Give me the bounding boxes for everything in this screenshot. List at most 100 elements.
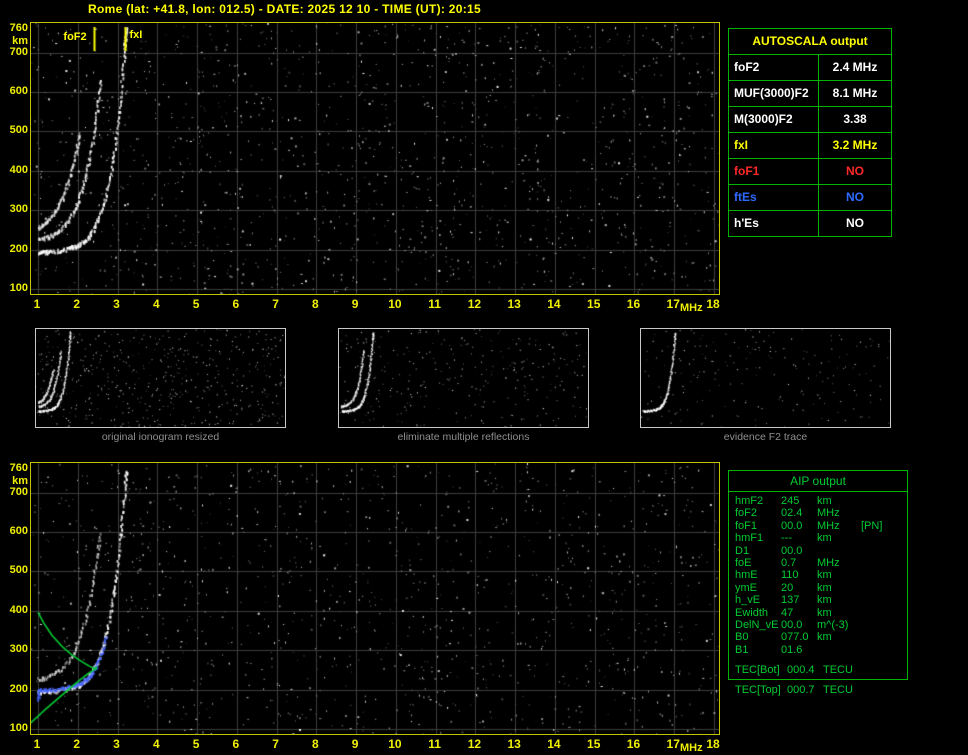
aip-output-table: AIP output hmF2 245 km foF2 02.4 MHz foF1 00.0 M… [728,470,908,681]
bottom-x-axis-unit: MHz [680,742,703,754]
bottom-x-tick-label: 17 [666,737,680,751]
top-x-tick-label: 4 [152,297,160,311]
aip-row-yme: ymE 20 km [735,582,907,594]
thumbnail-eliminate-reflections [338,328,589,428]
top-x-tick-label: 13 [507,297,521,311]
autoscala-param-value: 3.2 MHz [832,138,878,152]
top-x-tick-label: 18 [706,297,720,311]
aip-row-b1: B1 01.6 [735,644,907,656]
autoscala-param-value: NO [846,164,864,178]
top-x-tick-label: 7 [272,297,279,311]
aip-param-value: 000.4 [787,664,815,677]
autoscala-param-value: NO [846,190,864,204]
fxI-annotation-label: fxI [129,29,143,41]
bottom-x-tick-label: 12 [467,737,482,751]
foF2-annotation-label: foF2 [63,31,87,43]
bottom-x-tick-label: 14 [547,737,561,751]
bottom-x-tick-label: 15 [587,737,601,751]
top-x-tick-label: 17 [666,297,680,311]
autoscala-param-label: MUF(3000)F2 [729,81,819,106]
bottom-x-tick-label: 3 [113,737,120,751]
top-y-tick-label: 300 [9,203,28,216]
aip-param-value: 00.0 [781,544,803,557]
autoscala-param-label: h'Es [729,211,819,236]
bottom-x-tick-label: 6 [232,737,240,751]
aip-param-unit: km [817,606,832,619]
top-x-tick-label: 10 [388,297,402,311]
top-x-tick-label: 2 [73,297,81,311]
top-x-tick-label: 9 [351,297,359,311]
aip-param-label: TEC[Bot] [735,664,780,677]
bottom-y-tick-label: 200 [9,682,28,695]
aip-param-value: 47 [781,606,794,619]
bottom-y-axis-unit: km [12,475,28,487]
top-y-tick-label: 200 [9,242,28,255]
aip-row-d1: D1 00.0 [735,545,907,557]
top-y-tick-label: 400 [9,163,28,176]
top-x-tick-label: 14 [547,297,561,311]
aip-param-unit: km [817,631,832,644]
bottom-x-tick-label: 10 [388,737,402,751]
aip-param-unit: km [817,495,832,507]
bottom-x-tick-label: 9 [351,737,359,751]
autoscala-row-ftes: ftEs NO [729,185,891,211]
autoscala-param-value: NO [846,216,864,230]
autoscala-param-value: 8.1 MHz [832,86,878,100]
aip-param-unit [817,545,861,557]
aip-param-unit: km [817,581,832,594]
top-x-tick-label: 5 [192,297,200,311]
aip-param-label: hmE [735,569,758,582]
aip-param-unit: m^(-3) [817,618,849,631]
bottom-x-tick-label: 16 [626,737,641,751]
thumbnail-caption-f2: evidence F2 trace [723,431,808,443]
aip-param-unit: km [817,532,832,545]
aip-param-label: ymE [735,581,757,594]
aip-row-hmf1: hmF1 --- km [735,532,907,544]
aip-param-value: 02.4 [781,507,803,520]
aip-row-fof2: foF2 02.4 MHz [735,507,907,519]
autoscala-screen: Rome (lat: +41.8, lon: 012.5) - DATE: 20… [0,0,968,755]
top-x-tick-label: 12 [467,297,482,311]
aip-param-value: 245 [781,495,800,507]
aip-row-foe: foE 0.7 MHz [735,557,907,569]
aip-param-label: B0 [735,631,749,644]
autoscala-row-fof1: foF1 NO [729,159,891,185]
top-y-tick-label: 760 [9,22,28,34]
aip-param-label: D1 [735,544,750,557]
autoscala-row-fxi: fxI 3.2 MHz [729,133,891,159]
top-ionogram-plot [30,22,720,295]
autoscala-param-label: M(3000)F2 [729,107,819,132]
aip-row-ewidth: Ewidth 47 km [735,607,907,619]
aip-row-hme: hmE 110 km [735,569,907,581]
thumbnail-original-canvas [36,329,285,427]
aip-param-label: foF2 [735,507,758,520]
aip-param-unit: km [817,594,832,607]
thumbnail-f2-canvas [641,329,890,427]
bottom-y-tick-label: 700 [9,485,28,498]
aip-param-value: 077.0 [781,631,809,644]
aip-param-value: 20 [781,581,794,594]
autoscala-param-value: 2.4 MHz [832,60,878,74]
top-y-tick-label: 600 [9,85,28,98]
bottom-x-tick-label: 2 [73,737,81,751]
bottom-ionogram-plot [30,462,720,735]
bottom-x-tick-label: 5 [192,737,200,751]
aip-param-label: Ewidth [735,606,769,619]
aip-param-unit: MHz [817,556,840,569]
aip-param-value: 0.7 [781,556,797,569]
thumbnail-caption-original: original ionogram resized [101,431,220,443]
aip-param-label: B1 [735,643,749,656]
top-x-tick-label: 16 [626,297,641,311]
aip-tec-top-row: TEC[Top] 000.7 TECU [735,684,867,696]
top-x-axis-unit: MHz [680,302,703,314]
top-x-tick-label: 8 [312,297,319,311]
bottom-y-tick-label: 100 [9,722,28,734]
aip-param-value: 000.7 [787,684,815,696]
bottom-y-tick-label: 600 [9,525,28,538]
aip-param-note: [PN] [861,519,883,532]
bottom-x-tick-label: 4 [152,737,160,751]
thumbnail-caption-eliminate: eliminate multiple reflections [397,431,530,443]
bottom-y-tick-label: 400 [9,603,28,616]
autoscala-param-label: fxI [729,133,819,158]
aip-row-h-ve: h_vE 137 km [735,594,907,606]
